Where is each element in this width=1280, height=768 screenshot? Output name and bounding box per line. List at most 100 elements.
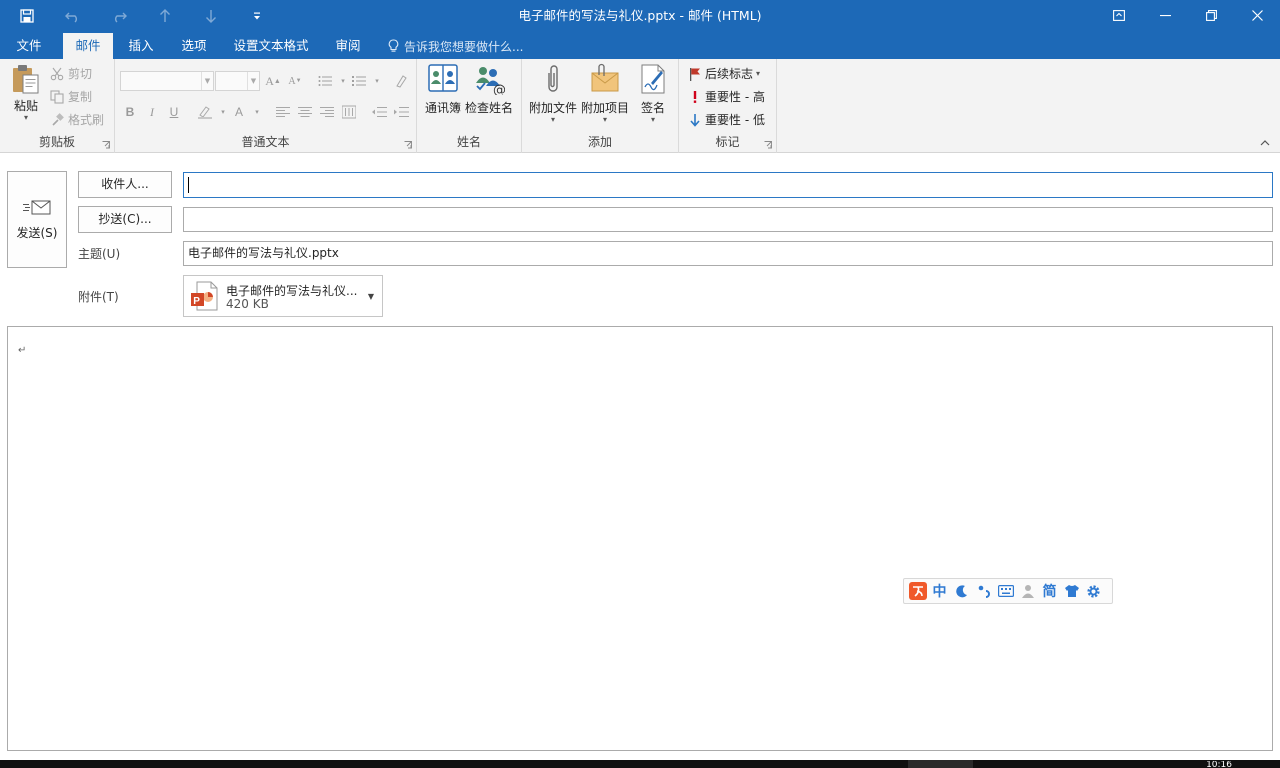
chevron-down-icon[interactable]: ▾ <box>367 71 387 91</box>
subject-label: 主题(U) <box>78 247 121 261</box>
basic-text-group: ▼ ▼ A ▲ A ▼ ▾ ▾ B I U ▾ A ▾ 普通文本 <box>115 59 417 153</box>
attachments-label: 附件(T) <box>78 290 119 304</box>
check-names-label: 检查姓名 <box>465 101 514 115</box>
tags-group: 后续标志 ▾ 重要性 - 高 重要性 - 低 标记 <box>679 59 777 153</box>
align-center-icon[interactable] <box>295 102 315 122</box>
signature-label: 签名 <box>640 101 665 115</box>
high-importance-label: 重要性 - 高 <box>705 90 765 104</box>
increase-indent-icon[interactable] <box>391 102 411 122</box>
tell-me-search[interactable]: 告诉我您想要做什么... <box>388 33 523 59</box>
format-painter-button[interactable]: 格式刷 <box>50 111 104 128</box>
attach-item-button[interactable]: 附加项目 ▾ <box>579 63 631 124</box>
numbering-icon[interactable] <box>349 71 369 91</box>
ribbon-tabs: 文件 邮件 插入 选项 设置文本格式 审阅 告诉我您想要做什么... <box>0 31 1280 59</box>
svg-text:@: @ <box>493 83 505 95</box>
address-book-label: 通讯簿 <box>424 101 461 115</box>
redo-icon[interactable] <box>104 0 134 31</box>
align-right-icon[interactable] <box>317 102 337 122</box>
high-importance-button[interactable]: 重要性 - 高 <box>688 88 765 105</box>
clipboard-group: 粘贴 ▾ 剪切 复制 格式刷 剪贴板 <box>0 59 115 153</box>
tab-options[interactable]: 选项 <box>172 33 216 59</box>
ribbon-display-options-icon[interactable] <box>1096 0 1142 31</box>
chevron-down-icon: ▾ <box>650 115 655 124</box>
follow-up-button[interactable]: 后续标志 ▾ <box>688 65 760 82</box>
attach-file-button[interactable]: 附加文件 ▾ <box>527 63 579 124</box>
tab-insert[interactable]: 插入 <box>120 33 162 59</box>
signature-button[interactable]: 签名 ▾ <box>635 63 671 124</box>
sogou-logo-icon[interactable] <box>908 582 927 601</box>
punctuation-icon[interactable] <box>974 582 993 601</box>
to-field[interactable] <box>183 172 1273 198</box>
attach-item-icon <box>591 63 619 92</box>
next-item-icon[interactable] <box>196 0 226 31</box>
low-importance-button[interactable]: 重要性 - 低 <box>688 111 765 128</box>
cut-button[interactable]: 剪切 <box>50 65 92 82</box>
copy-button[interactable]: 复制 <box>50 88 92 105</box>
align-left-icon[interactable] <box>273 102 293 122</box>
paste-button[interactable]: 粘贴 ▾ <box>8 63 44 122</box>
dialog-launcher-icon[interactable] <box>404 141 412 149</box>
dialog-launcher-icon[interactable] <box>764 141 772 149</box>
low-importance-label: 重要性 - 低 <box>705 113 765 127</box>
tab-review[interactable]: 审阅 <box>326 33 370 59</box>
follow-up-label: 后续标志 <box>705 67 754 81</box>
cc-field[interactable] <box>183 207 1273 232</box>
user-icon[interactable] <box>1018 582 1037 601</box>
simplified-toggle[interactable]: 简 <box>1040 582 1059 601</box>
clear-formatting-icon[interactable] <box>391 71 411 91</box>
italic-icon[interactable]: I <box>142 102 162 122</box>
tab-file[interactable]: 文件 <box>5 33 53 59</box>
font-size-select[interactable]: ▼ <box>215 71 260 91</box>
collapse-ribbon-icon[interactable] <box>1258 136 1272 150</box>
close-icon[interactable] <box>1234 0 1280 31</box>
shrink-font-icon[interactable]: A ▼ <box>285 71 305 91</box>
decrease-indent-icon[interactable] <box>369 102 389 122</box>
previous-item-icon[interactable] <box>150 0 180 31</box>
dialog-launcher-icon[interactable] <box>102 141 110 149</box>
send-button[interactable]: 发送(S) <box>7 171 67 268</box>
address-book-button[interactable]: 通讯簿 <box>423 63 463 116</box>
paperclip-icon <box>548 65 558 92</box>
minimize-icon[interactable] <box>1142 0 1188 31</box>
title-bar: 电子邮件的写法与礼仪.pptx - 邮件 (HTML) <box>0 0 1280 31</box>
scissors-icon <box>50 67 64 80</box>
include-group: 附加文件 ▾ 附加项目 ▾ 签名 ▾ 添加 <box>522 59 679 153</box>
tags-group-label: 标记 <box>715 135 740 149</box>
tell-me-placeholder: 告诉我您想要做什么... <box>404 39 524 54</box>
chevron-down-icon[interactable]: ▾ <box>247 102 267 122</box>
font-color-icon[interactable]: A <box>229 102 249 122</box>
bullets-icon[interactable] <box>315 71 335 91</box>
tab-format-text[interactable]: 设置文本格式 <box>226 33 316 59</box>
attachment-chip[interactable]: P 电子邮件的写法与礼仪... 420 KB ▼ <box>183 275 383 317</box>
restore-icon[interactable] <box>1188 0 1234 31</box>
grow-font-icon[interactable]: A ▲ <box>263 71 283 91</box>
justify-icon[interactable] <box>339 102 359 122</box>
taskbar-active-item[interactable] <box>908 760 973 768</box>
moon-icon[interactable] <box>952 582 971 601</box>
font-name-select[interactable]: ▼ <box>120 71 214 91</box>
include-group-label: 添加 <box>587 135 612 149</box>
text-cursor <box>188 177 189 193</box>
subject-field[interactable]: 电子邮件的写法与礼仪.pptx <box>183 241 1273 266</box>
bold-icon[interactable]: B <box>120 102 140 122</box>
cc-button[interactable]: 抄送(C)... <box>78 206 172 233</box>
powerpoint-file-icon: P <box>191 281 218 311</box>
underline-icon[interactable]: U <box>164 102 184 122</box>
undo-icon[interactable] <box>58 0 88 31</box>
keyboard-icon[interactable] <box>996 582 1015 601</box>
check-names-button[interactable]: @ 检查姓名 <box>465 63 513 116</box>
ime-mode-toggle[interactable]: 中 <box>930 582 949 601</box>
skin-shirt-icon[interactable] <box>1062 582 1081 601</box>
window-title: 电子邮件的写法与礼仪.pptx - 邮件 (HTML) <box>518 8 762 23</box>
check-names-icon: @ <box>476 67 505 95</box>
chevron-down-icon[interactable]: ▼ <box>368 292 374 301</box>
tab-message[interactable]: 邮件 <box>63 33 113 59</box>
save-icon[interactable] <box>12 0 42 31</box>
message-body-editor[interactable]: ↵ <box>7 326 1273 751</box>
customize-toolbar-icon[interactable] <box>242 0 272 31</box>
to-button[interactable]: 收件人... <box>78 171 172 198</box>
taskbar: 10:16 <box>0 760 1280 768</box>
settings-gear-icon[interactable] <box>1084 582 1103 601</box>
highlight-icon[interactable] <box>195 102 215 122</box>
svg-text:P: P <box>193 296 200 307</box>
